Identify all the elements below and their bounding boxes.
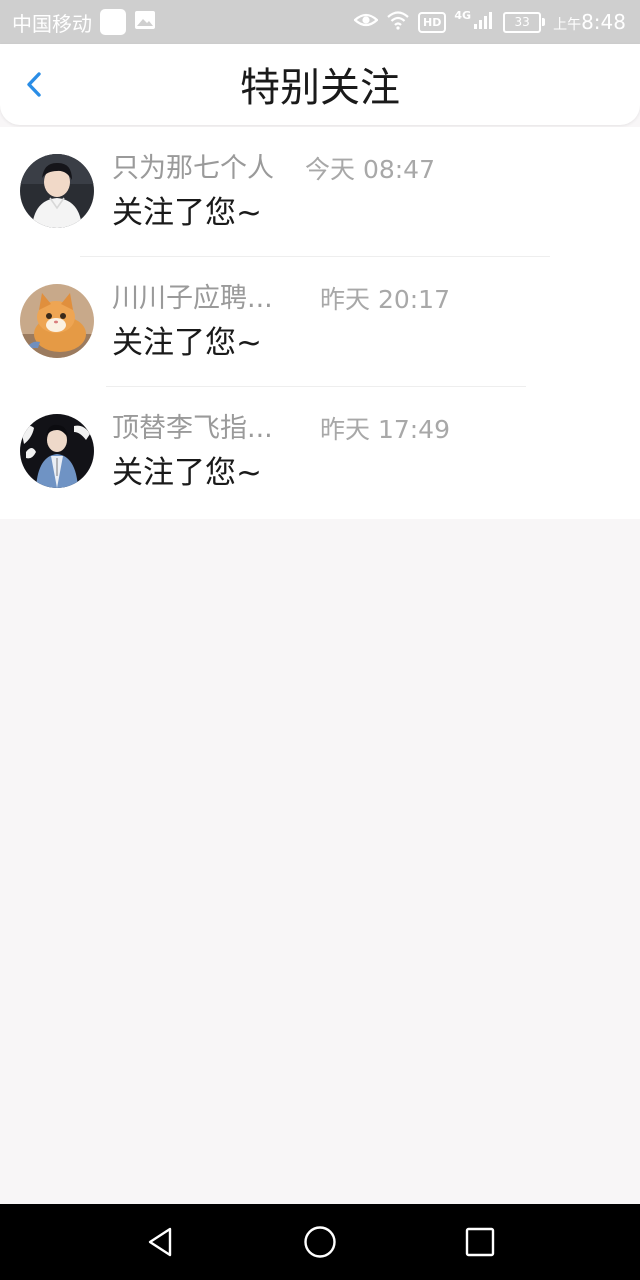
gallery-icon	[134, 10, 156, 35]
eye-icon	[353, 10, 379, 34]
list-item[interactable]: 只为那七个人 今天 08:47 关注了您~	[0, 127, 640, 257]
avatar[interactable]	[20, 154, 94, 228]
clock-ampm: 上午	[553, 17, 582, 33]
battery-icon: 33	[503, 11, 546, 33]
follower-name: 顶替李飞指...	[112, 413, 273, 444]
list-item[interactable]: 川川子应聘... 昨天 20:17 关注了您~	[0, 257, 640, 387]
follow-time: 昨天 17:49	[320, 415, 450, 444]
network-label: 4G	[454, 9, 472, 22]
signal-icon	[473, 10, 495, 35]
home-circle-icon	[304, 1226, 336, 1258]
hd-badge: HD	[418, 11, 447, 33]
follow-list: 只为那七个人 今天 08:47 关注了您~ 川川子应聘... 昨天 20:17 …	[0, 127, 640, 519]
carrier-label: 中国移动	[12, 11, 92, 36]
clock-time: 8:48	[581, 10, 626, 34]
system-home-button[interactable]	[300, 1222, 340, 1262]
follow-time: 昨天 20:17	[320, 285, 450, 314]
system-nav-bar	[0, 1204, 640, 1280]
status-bar: 中国移动 HD 4G 33 上午 8:48	[0, 0, 640, 44]
avatar[interactable]	[20, 414, 94, 488]
clock: 上午 8:48	[553, 10, 626, 34]
nav-bar: 特别关注	[0, 44, 640, 125]
notification-square-icon	[100, 9, 126, 35]
system-recents-button[interactable]	[460, 1222, 500, 1262]
recents-square-icon	[465, 1227, 495, 1257]
back-triangle-icon	[148, 1227, 172, 1257]
follow-message: 关注了您~	[112, 195, 262, 231]
wifi-icon	[386, 10, 410, 35]
system-back-button[interactable]	[140, 1222, 180, 1262]
follow-message: 关注了您~	[112, 455, 262, 491]
list-item[interactable]: 顶替李飞指... 昨天 17:49 关注了您~	[0, 387, 640, 517]
follow-message: 关注了您~	[112, 325, 262, 361]
avatar[interactable]	[20, 284, 94, 358]
page-title: 特别关注	[240, 65, 400, 111]
follower-name: 只为那七个人	[112, 153, 274, 184]
status-right: HD 4G 33 上午 8:48	[353, 0, 626, 44]
follower-name: 川川子应聘...	[112, 283, 273, 314]
follow-time: 今天 08:47	[305, 155, 435, 184]
battery-cap	[542, 18, 546, 26]
status-left: 中国移动	[12, 0, 156, 44]
battery-level: 33	[503, 11, 542, 33]
